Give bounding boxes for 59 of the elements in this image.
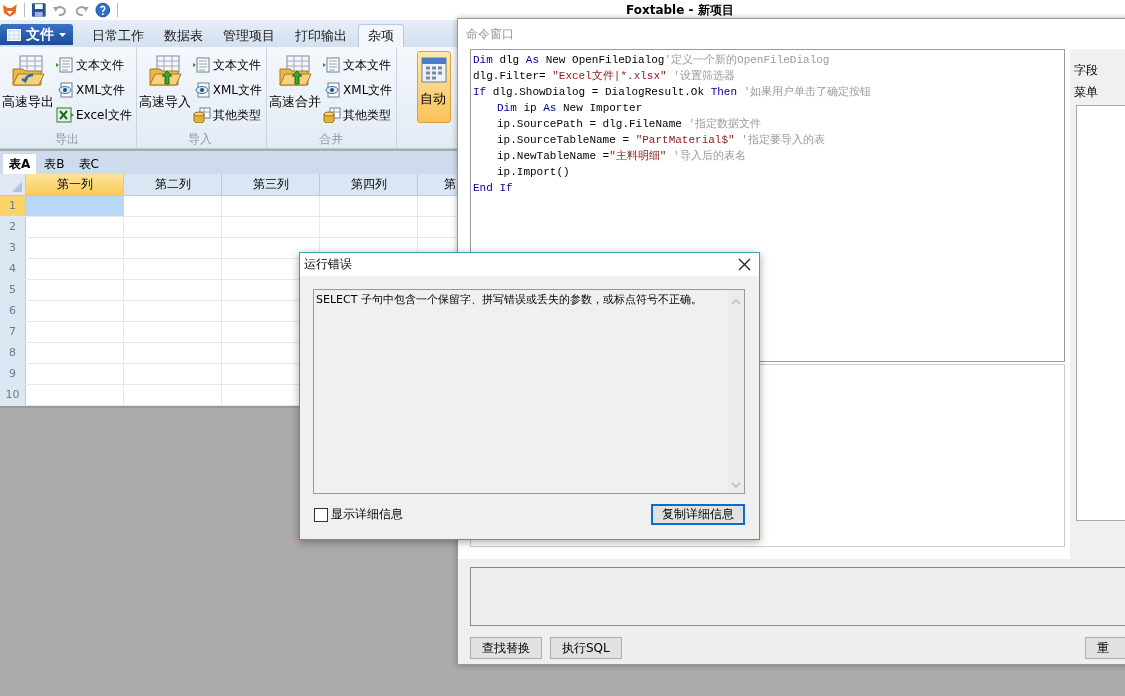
row-header[interactable]: 10: [0, 385, 26, 405]
command-button[interactable]: 查找替换: [470, 637, 542, 659]
ribbon-button[interactable]: 文本文件: [323, 55, 393, 75]
ribbon-tab[interactable]: 打印输出: [286, 24, 356, 47]
code-line: ip.SourceTableName = "PartMaterial$" '指定要导入的表: [497, 133, 825, 148]
ribbon-tab[interactable]: 数据表: [155, 24, 212, 47]
checkbox-label[interactable]: 显示详细信息: [331, 506, 403, 523]
code-line: Dim ip As New Importer: [497, 101, 643, 116]
group-label: 导入: [188, 131, 213, 148]
group-label: 合并: [318, 131, 343, 148]
window-title: 命令窗口: [466, 25, 514, 43]
group-label: 导出: [54, 131, 79, 148]
column-header[interactable]: 第二列: [124, 174, 222, 196]
row-header[interactable]: 7: [0, 322, 26, 342]
sheet-tab[interactable]: 表A: [3, 154, 37, 174]
command-button[interactable]: 执行SQL: [550, 637, 622, 659]
side-tab[interactable]: 字段: [1074, 61, 1098, 79]
sheet-tab[interactable]: 表B: [38, 154, 71, 174]
column-header[interactable]: 第三列: [222, 174, 320, 196]
ribbon-button[interactable]: 其他类型: [192, 105, 263, 125]
code-line: Dim dlg As New OpenFileDialog'定义一个新的OpenFileDialog: [473, 53, 830, 68]
command-button[interactable]: 重: [1084, 637, 1125, 659]
row-header[interactable]: 4: [0, 259, 26, 279]
ribbon-button[interactable]: XML文件: [323, 80, 393, 100]
column-header[interactable]: 第一列: [26, 174, 124, 196]
sheet-tab[interactable]: 表C: [72, 154, 105, 174]
row-header[interactable]: 8: [0, 343, 26, 363]
ribbon-large-button[interactable]: 高速导出: [2, 53, 54, 131]
code-line: ip.NewTableName ="主料明细" '导入后的表名: [497, 149, 746, 164]
code-line: If dlg.ShowDialog = DialogResult.Ok Then '如果用户单击了确定按钮: [473, 85, 872, 100]
ribbon-button[interactable]: 其他类型: [323, 105, 393, 125]
window-title: Foxtable - 新项目: [626, 1, 734, 19]
ribbon-large-button[interactable]: 高速合并: [269, 53, 322, 131]
code-line: ip.Import(): [497, 165, 570, 180]
ribbon-button[interactable]: 文本文件: [192, 55, 263, 75]
code-line: dlg.Filter= "Excel文件|*.xlsx" '设置筛选器: [473, 69, 735, 84]
error-message: SELECT 子句中包含一个保留字、拼写错误或丢失的参数，或标点符号不正确。: [315, 292, 703, 308]
dialog-title: 运行错误: [304, 256, 352, 273]
code-line: ip.SourcePath = dlg.FileName '指定数据文件: [497, 117, 762, 132]
column-header[interactable]: 第四列: [320, 174, 418, 196]
ribbon-tab[interactable]: 管理项目: [214, 24, 284, 47]
side-tab[interactable]: 菜单: [1074, 83, 1098, 101]
copy-details-button[interactable]: 复制详细信息: [651, 504, 745, 525]
row-header[interactable]: 2: [0, 217, 26, 237]
row-header[interactable]: 5: [0, 280, 26, 300]
column-header[interactable]: 第: [418, 174, 457, 196]
row-header[interactable]: 6: [0, 301, 26, 321]
ribbon-button[interactable]: XML文件: [192, 80, 263, 100]
ribbon-large-button[interactable]: 高速导入: [138, 53, 191, 131]
ribbon-large-button[interactable]: 自动: [417, 51, 452, 123]
code-line: End If: [473, 181, 513, 196]
ribbon-tab[interactable]: 日常工作: [83, 24, 153, 47]
ribbon-tab[interactable]: 杂项: [358, 24, 404, 47]
row-header[interactable]: 9: [0, 364, 26, 384]
ribbon-button[interactable]: XML文件: [56, 80, 132, 100]
ribbon-button[interactable]: Excel文件: [56, 105, 132, 125]
row-header[interactable]: 3: [0, 238, 26, 258]
file-menu-button[interactable]: 文件: [0, 24, 73, 45]
ribbon-button[interactable]: 文本文件: [56, 55, 132, 75]
